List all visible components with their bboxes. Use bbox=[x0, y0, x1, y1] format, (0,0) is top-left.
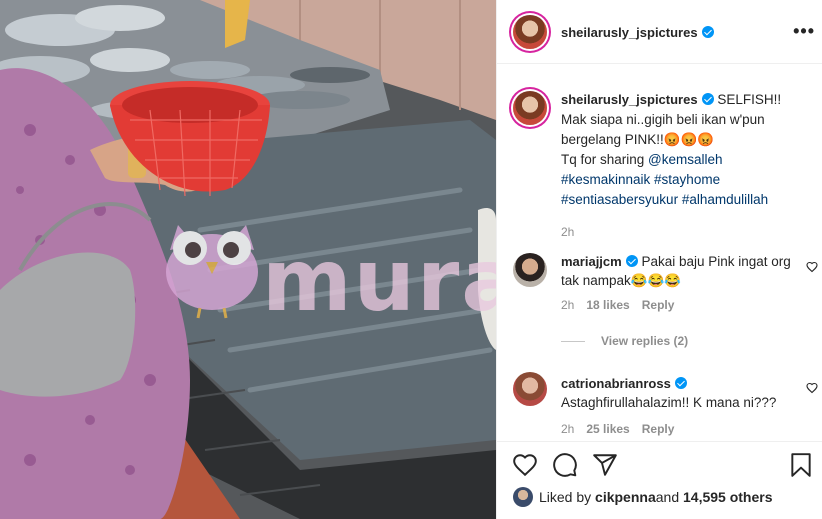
replies-divider bbox=[561, 340, 585, 342]
post-photo[interactable]: murai bbox=[0, 0, 496, 519]
author-username[interactable]: sheilarusly_jspictures bbox=[561, 25, 698, 40]
comment-text: Astaghfirullahalazim!! K mana ni??? bbox=[561, 395, 777, 410]
comment-like-heart-icon[interactable] bbox=[806, 261, 818, 273]
instagram-post-view: murai sheilarusly_jspictures ••• sheilar… bbox=[0, 0, 822, 519]
likes-prefix: Liked by bbox=[539, 489, 592, 505]
caption-text-1: SELFISH!! bbox=[713, 92, 782, 107]
comment-username[interactable]: catrionabrianross bbox=[561, 376, 671, 391]
liker-avatar[interactable] bbox=[513, 487, 533, 507]
comment-bubble-icon[interactable] bbox=[552, 452, 578, 478]
caption-text-2: Mak siapa ni..gigih beli ikan w'pun berg… bbox=[561, 112, 765, 147]
share-send-icon[interactable] bbox=[592, 452, 618, 478]
comment-meta: 2h 18 likes Reply bbox=[561, 296, 801, 315]
comment-avatar[interactable] bbox=[513, 372, 547, 406]
like-heart-icon[interactable] bbox=[512, 452, 538, 478]
author-avatar[interactable] bbox=[513, 15, 547, 49]
murai-watermark: murai bbox=[262, 231, 496, 331]
post-caption: sheilarusly_jspictures SELFISH!! Mak sia… bbox=[561, 90, 813, 242]
likes-summary: Liked by cikpenna and 14,595 others bbox=[513, 487, 773, 507]
comment-item: catrionabrianross Astaghfirullahalazim!!… bbox=[561, 374, 801, 439]
liker-username[interactable]: cikpenna bbox=[595, 489, 656, 505]
verified-icon bbox=[701, 26, 714, 38]
comment-reply-button[interactable]: Reply bbox=[642, 422, 675, 436]
comment-item: mariajjcm Pakai baju Pink ingat org tak … bbox=[561, 252, 801, 315]
comment-avatar[interactable] bbox=[513, 253, 547, 287]
comment-reply-button[interactable]: Reply bbox=[642, 298, 675, 312]
comment-timestamp[interactable]: 2h bbox=[561, 422, 574, 436]
caption-text-3: Tq for sharing bbox=[561, 152, 649, 167]
verified-icon bbox=[674, 377, 687, 389]
post-header: sheilarusly_jspictures ••• bbox=[497, 0, 822, 64]
likes-count[interactable]: 14,595 others bbox=[683, 489, 773, 505]
comment-meta: 2h 25 likes Reply bbox=[561, 420, 801, 439]
comment-username[interactable]: mariajjcm bbox=[561, 254, 622, 269]
comment-timestamp[interactable]: 2h bbox=[561, 298, 574, 312]
verified-icon bbox=[701, 93, 714, 105]
mention-link[interactable]: @kemsalleh bbox=[648, 152, 722, 167]
caption-timestamp[interactable]: 2h bbox=[561, 222, 813, 242]
save-bookmark-icon[interactable] bbox=[788, 452, 814, 478]
caption-avatar[interactable] bbox=[513, 91, 547, 125]
verified-icon bbox=[625, 255, 638, 267]
comment-like-heart-icon[interactable] bbox=[806, 382, 818, 394]
post-sidebar: sheilarusly_jspictures ••• sheilarusly_j… bbox=[496, 0, 822, 519]
view-replies-label: View replies (2) bbox=[601, 334, 689, 348]
post-action-bar bbox=[497, 441, 822, 491]
likes-mid: and bbox=[655, 489, 680, 505]
view-replies-button[interactable]: View replies (2) bbox=[561, 334, 688, 348]
comment-likes-count[interactable]: 18 likes bbox=[586, 298, 629, 312]
hashtags-line-2[interactable]: #sentiasabersyukur #alhamdulillah bbox=[561, 190, 813, 210]
more-options-icon[interactable]: ••• bbox=[793, 21, 815, 42]
hashtags-line-1[interactable]: #kesmakinnaik #stayhome bbox=[561, 170, 813, 190]
caption-username[interactable]: sheilarusly_jspictures bbox=[561, 92, 698, 107]
comment-likes-count[interactable]: 25 likes bbox=[586, 422, 629, 436]
author-row: sheilarusly_jspictures bbox=[561, 24, 714, 42]
